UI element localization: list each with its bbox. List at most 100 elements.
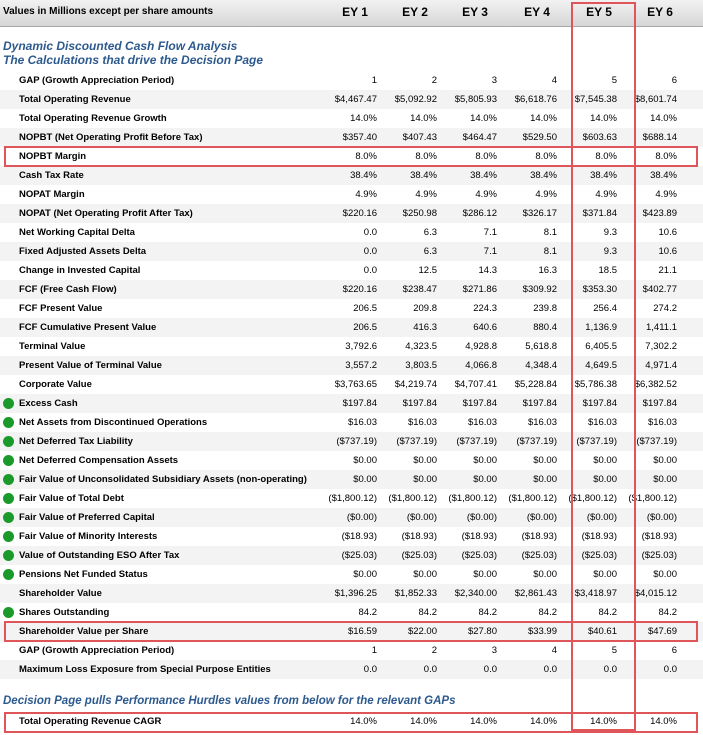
value-cell: 84.2: [418, 607, 438, 618]
value-cell: $0.00: [353, 474, 377, 485]
value-cell: $197.84: [462, 398, 497, 409]
input-indicator-icon: [3, 417, 14, 428]
row-label: GAP (Growth Appreciation Period): [19, 75, 175, 86]
value-cell: ($0.00): [346, 512, 377, 523]
value-cell: ($18.93): [461, 531, 497, 542]
value-cell: 14.0%: [590, 113, 617, 124]
year-header: EY 3: [462, 5, 488, 19]
year-header: EY 4: [524, 5, 550, 19]
value-cell: $2,861.43: [514, 588, 557, 599]
value-cell: 38.4%: [470, 170, 497, 181]
table-row: Net Deferred Compensation Assets $0.00 $0.…: [0, 451, 703, 470]
row-label: Cash Tax Rate: [19, 170, 84, 181]
value-cell: $326.17: [522, 208, 557, 219]
row-label: Terminal Value: [19, 341, 86, 352]
row-label: Total Operating Revenue Growth: [19, 113, 167, 124]
row-label: NOPAT (Net Operating Profit After Tax): [19, 208, 193, 219]
row-label: Fair Value of Minority Interests: [19, 531, 158, 542]
input-indicator-icon: [3, 474, 14, 485]
table-row: Pensions Net Funded Status $0.00 $0.00 $0.0…: [0, 565, 703, 584]
value-cell: ($0.00): [646, 512, 677, 523]
value-cell: $197.84: [342, 398, 377, 409]
value-cell: $0.00: [653, 474, 677, 485]
input-indicator-icon: [3, 607, 14, 618]
value-cell: 1: [371, 645, 377, 656]
row-label: Shareholder Value per Share: [19, 626, 149, 637]
value-cell: 9.3: [603, 246, 617, 257]
table-row: Shares Outstanding 84.2 84.2 84.2 84.2 84.2 84…: [0, 603, 703, 622]
value-cell: 18.5: [598, 265, 618, 276]
value-cell: 256.4: [593, 303, 617, 314]
value-cell: $0.00: [653, 455, 677, 466]
value-cell: 8.0%: [415, 151, 437, 162]
value-cell: ($18.93): [641, 531, 677, 542]
value-cell: $0.00: [473, 569, 497, 580]
row-label: Fair Value of Unconsolidated Subsidiary …: [19, 474, 307, 485]
value-cell: 84.2: [358, 607, 378, 618]
value-cell: 4,323.5: [405, 341, 437, 352]
input-indicator-icon: [3, 531, 14, 542]
value-cell: $603.63: [582, 132, 617, 143]
value-cell: 6,405.5: [585, 341, 617, 352]
value-cell: 8.1: [543, 246, 557, 257]
column-header-bar: Values in Millions except per share amou…: [0, 0, 703, 27]
value-cell: $0.00: [533, 569, 557, 580]
value-cell: 0.0: [603, 664, 617, 675]
row-label: NOPBT Margin: [19, 151, 87, 162]
table-row: FCF (Free Cash Flow) $220.16 $238.47 $271.8…: [0, 280, 703, 299]
row-label: Change in Invested Capital: [19, 265, 141, 276]
value-cell: 0.0: [423, 664, 437, 675]
value-cell: $4,219.74: [394, 379, 437, 390]
value-cell: ($18.93): [341, 531, 377, 542]
value-cell: ($737.19): [576, 436, 617, 447]
value-cell: $2,340.00: [454, 588, 497, 599]
value-cell: $688.14: [642, 132, 677, 143]
value-cell: 3,557.2: [345, 360, 377, 371]
value-cell: ($737.19): [636, 436, 677, 447]
value-cell: 14.0%: [470, 113, 497, 124]
year-header: EY 1: [342, 5, 368, 19]
value-cell: $250.98: [402, 208, 437, 219]
table-row: Shareholder Value $1,396.25 $1,852.33 $2,34…: [0, 584, 703, 603]
table-row: Maximum Loss Exposure from Special Purpo…: [0, 660, 703, 679]
table-row: Fair Value of Unconsolidated Subsidiary …: [0, 470, 703, 489]
row-label: Total Operating Revenue: [19, 94, 131, 105]
value-cell: ($737.19): [396, 436, 437, 447]
value-cell: $5,786.38: [574, 379, 617, 390]
table-row: Net Working Capital Delta 0.0 6.3 7.1 8.1 9.3…: [0, 223, 703, 242]
value-cell: ($737.19): [516, 436, 557, 447]
value-cell: 5: [611, 645, 617, 656]
value-cell: $0.00: [353, 569, 377, 580]
row-label: Value of Outstanding ESO After Tax: [19, 550, 180, 561]
input-indicator-icon: [3, 436, 14, 447]
value-cell: 14.0%: [530, 716, 557, 727]
value-cell: 0.0: [363, 664, 377, 675]
row-label: Total Operating Revenue CAGR: [19, 716, 162, 727]
value-cell: $16.03: [347, 417, 377, 428]
value-cell: 14.3: [478, 265, 498, 276]
table-row: Terminal Value 3,792.6 4,323.5 4,928.8 5,618…: [0, 337, 703, 356]
row-label: Shareholder Value: [19, 588, 102, 599]
row-label: Shares Outstanding: [19, 607, 110, 618]
value-cell: $16.03: [407, 417, 437, 428]
value-cell: $529.50: [522, 132, 557, 143]
value-cell: $197.84: [402, 398, 437, 409]
value-cell: 4.9%: [655, 189, 677, 200]
value-cell: $220.16: [342, 208, 377, 219]
value-cell: 8.1: [543, 227, 557, 238]
value-cell: 1,136.9: [585, 322, 617, 333]
value-cell: 206.5: [353, 303, 377, 314]
value-cell: 1: [371, 75, 377, 86]
value-cell: $4,015.12: [634, 588, 677, 599]
value-cell: 0.0: [483, 664, 497, 675]
value-cell: ($737.19): [336, 436, 377, 447]
table-row: NOPBT Margin 8.0% 8.0% 8.0% 8.0% 8.0% 8.0%: [0, 147, 703, 166]
table-row: Shareholder Value per Share $16.59 $22.00 $…: [0, 622, 703, 641]
value-cell: 9.3: [603, 227, 617, 238]
value-cell: ($1,800.12): [388, 493, 437, 504]
table-row: Net Deferred Tax Liability ($737.19) ($737…: [0, 432, 703, 451]
value-cell: $5,805.93: [454, 94, 497, 105]
value-cell: 3: [491, 645, 497, 656]
value-cell: 84.2: [478, 607, 498, 618]
table-row: Total Operating Revenue Growth 14.0% 14.0%…: [0, 109, 703, 128]
